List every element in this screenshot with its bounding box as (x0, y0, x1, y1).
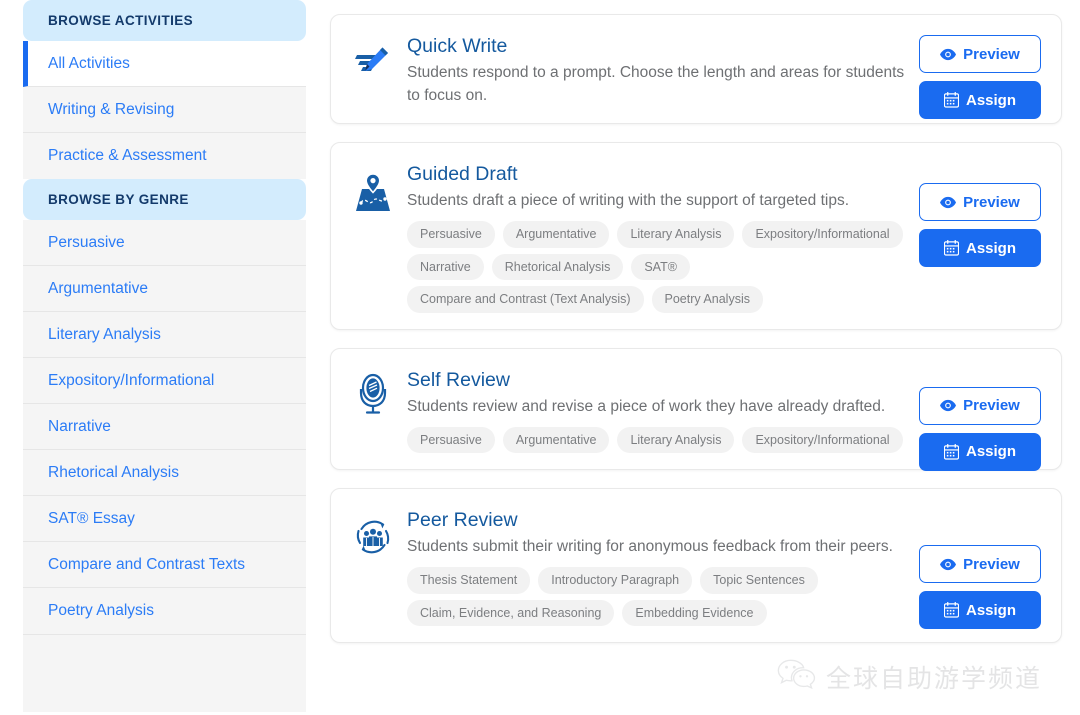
sidebar-section-header-browse-activities: BROWSE ACTIVITIES (23, 0, 306, 41)
card-description: Students draft a piece of writing with t… (407, 192, 849, 209)
tag[interactable]: Persuasive (407, 426, 495, 453)
activity-card-guided-draft: Guided Draft Students draft a piece of w… (330, 142, 1062, 330)
assign-button-label: Assign (965, 239, 1016, 257)
tag[interactable]: Introductory Paragraph (538, 567, 693, 594)
calendar-icon (943, 240, 959, 256)
card-title: Self Review (407, 368, 510, 391)
sidebar-item-poetry-analysis[interactable]: Poetry Analysis (23, 588, 306, 634)
tag[interactable]: Rhetorical Analysis (491, 253, 624, 280)
sidebar-item-label: All Activities (48, 54, 130, 72)
map-pin-icon (351, 161, 395, 313)
sidebar-item-label: SAT® Essay (48, 509, 135, 527)
sidebar-item-practice-assessment[interactable]: Practice & Assessment (23, 133, 306, 179)
sidebar-item-label: Literary Analysis (48, 325, 161, 343)
card-actions: Preview Assign (919, 386, 1041, 471)
sidebar-item-label: Argumentative (48, 279, 148, 297)
preview-button-label: Preview (963, 193, 1020, 211)
preview-button[interactable]: Preview (919, 35, 1041, 73)
preview-button-label: Preview (963, 555, 1020, 573)
card-description: Students submit their writing for anonym… (407, 538, 893, 555)
tag[interactable]: Persuasive (407, 221, 495, 248)
assign-button-label: Assign (965, 91, 1016, 109)
pencil-write-icon (351, 33, 395, 107)
activity-card-peer-review: Peer Review Students submit their writin… (330, 488, 1062, 643)
preview-button[interactable]: Preview (919, 386, 1041, 425)
eye-icon (940, 196, 957, 209)
eye-icon (940, 48, 957, 61)
tag[interactable]: Literary Analysis (617, 221, 735, 248)
assign-button[interactable]: Assign (919, 591, 1041, 629)
tag[interactable]: SAT® (631, 253, 690, 280)
sidebar-section-header-browse-by-genre: BROWSE BY GENRE (23, 179, 306, 220)
sidebar-item-sat-essay[interactable]: SAT® Essay (23, 496, 306, 542)
peer-group-refresh-icon (351, 507, 395, 626)
sidebar-item-label: Practice & Assessment (48, 147, 207, 164)
tag[interactable]: Topic Sentences (700, 567, 818, 594)
eye-icon (940, 399, 957, 412)
sidebar-filler (23, 634, 306, 712)
tag[interactable]: Poetry Analysis (651, 286, 763, 313)
sidebar-item-compare-and-contrast-texts[interactable]: Compare and Contrast Texts (23, 542, 306, 588)
card-actions: Preview Assign (919, 183, 1041, 267)
tag[interactable]: Expository/Informational (742, 426, 903, 453)
eye-icon (940, 558, 957, 571)
sidebar-item-narrative[interactable]: Narrative (23, 404, 306, 450)
card-actions: Preview Assign (919, 35, 1041, 119)
activity-list: Quick Write Students respond to a prompt… (306, 0, 1080, 715)
activities-browser-page: BROWSE ACTIVITIES All Activities Writing… (0, 0, 1080, 715)
mirror-microphone-icon (351, 367, 395, 454)
card-title: Quick Write (407, 35, 508, 57)
preview-button-label: Preview (963, 397, 1020, 414)
activity-card-self-review: Self Review Students review and revise a… (330, 347, 1062, 471)
preview-button-label: Preview (963, 45, 1020, 63)
tag[interactable]: Compare and Contrast (Text Analysis) (407, 286, 644, 313)
sidebar-item-literary-analysis[interactable]: Literary Analysis (23, 312, 306, 358)
card-tags: Persuasive Argumentative Literary Analys… (407, 221, 911, 313)
sidebar-item-label: Rhetorical Analysis (48, 463, 179, 481)
sidebar-item-label: Persuasive (48, 233, 125, 251)
card-tags: Thesis Statement Introductory Paragraph … (407, 567, 877, 626)
assign-button[interactable]: Assign (919, 229, 1041, 267)
card-title: Peer Review (407, 509, 518, 531)
sidebar-item-label: Narrative (48, 417, 111, 435)
preview-button[interactable]: Preview (919, 545, 1041, 583)
tag[interactable]: Literary Analysis (617, 426, 735, 453)
sidebar-item-argumentative[interactable]: Argumentative (23, 266, 306, 312)
tag[interactable]: Narrative (407, 253, 484, 280)
activity-card-quick-write: Quick Write Students respond to a prompt… (330, 14, 1062, 124)
sidebar-item-label: Expository/Informational (48, 371, 215, 389)
tag[interactable]: Argumentative (502, 426, 610, 453)
assign-button-label: Assign (965, 443, 1016, 460)
sidebar-item-writing-revising[interactable]: Writing & Revising (23, 87, 306, 133)
calendar-icon (943, 92, 959, 108)
sidebar: BROWSE ACTIVITIES All Activities Writing… (0, 0, 306, 715)
sidebar-item-label: Poetry Analysis (48, 602, 154, 619)
tag[interactable]: Thesis Statement (407, 567, 531, 594)
sidebar-item-expository-informational[interactable]: Expository/Informational (23, 358, 306, 404)
card-tags: Persuasive Argumentative Literary Analys… (407, 426, 911, 453)
tag[interactable]: Expository/Informational (742, 221, 903, 248)
sidebar-item-label: Writing & Revising (48, 100, 175, 118)
calendar-icon (943, 602, 959, 618)
tag[interactable]: Argumentative (502, 221, 610, 248)
card-description: Students respond to a prompt. Choose the… (407, 64, 905, 104)
assign-button-label: Assign (965, 601, 1016, 619)
card-actions: Preview Assign (919, 545, 1041, 629)
assign-button[interactable]: Assign (919, 81, 1041, 119)
calendar-icon (943, 443, 959, 460)
tag[interactable]: Embedding Evidence (622, 599, 767, 626)
sidebar-item-rhetorical-analysis[interactable]: Rhetorical Analysis (23, 450, 306, 496)
assign-button[interactable]: Assign (919, 432, 1041, 471)
sidebar-item-persuasive[interactable]: Persuasive (23, 220, 306, 266)
sidebar-item-label: Compare and Contrast Texts (48, 555, 246, 573)
card-description: Students review and revise a piece of wo… (407, 397, 886, 415)
tag[interactable]: Claim, Evidence, and Reasoning (407, 599, 615, 626)
preview-button[interactable]: Preview (919, 183, 1041, 221)
sidebar-item-all-activities[interactable]: All Activities (23, 41, 306, 87)
card-title: Guided Draft (407, 163, 518, 185)
